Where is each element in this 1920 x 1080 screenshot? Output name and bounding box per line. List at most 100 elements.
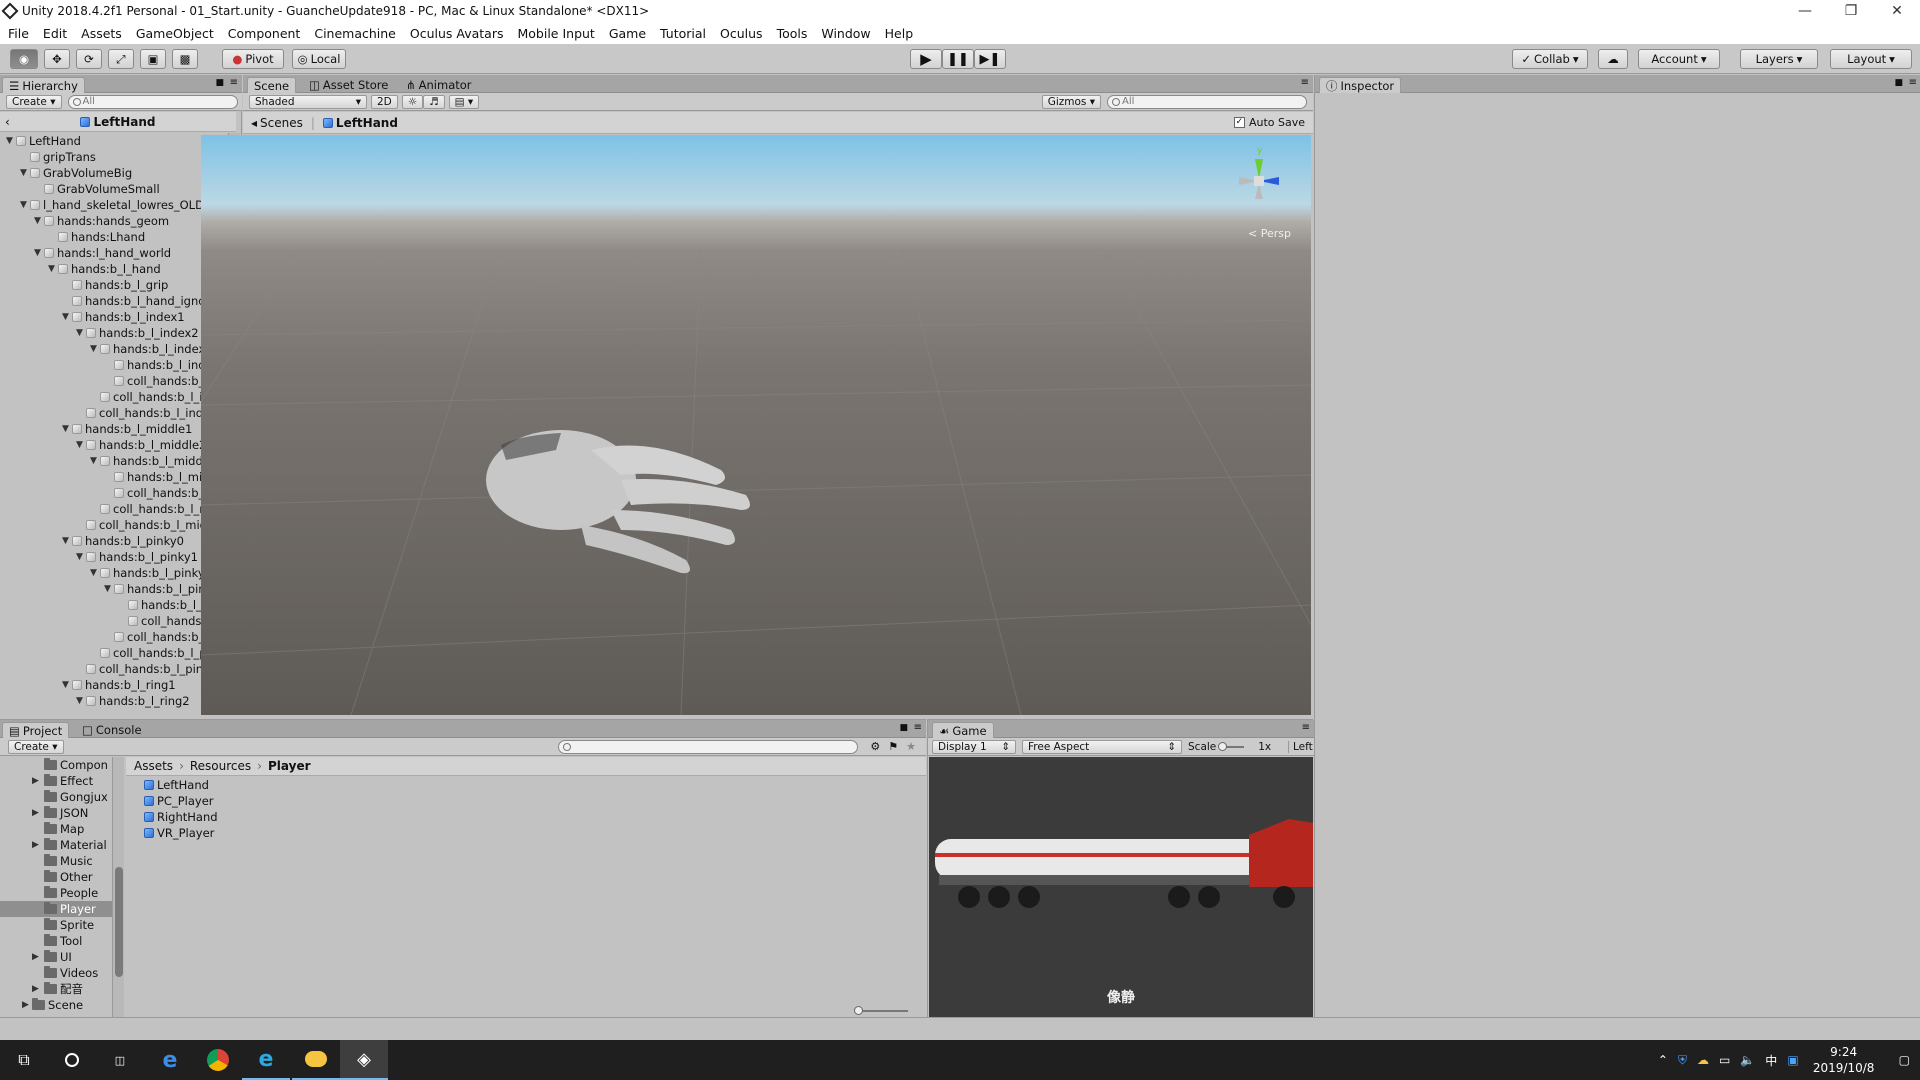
lighting-toggle[interactable]: ☼: [401, 94, 424, 109]
minimize-button[interactable]: —: [1782, 0, 1828, 22]
folder-item[interactable]: Other: [0, 869, 112, 885]
folder-item[interactable]: Compon: [0, 757, 112, 773]
hierarchy-item[interactable]: ▼ hands:b_l_pinky1: [76, 549, 198, 565]
hierarchy-item[interactable]: ▼ LeftHand: [6, 133, 81, 149]
breadcrumb-player[interactable]: Player: [268, 759, 311, 773]
hierarchy-item[interactable]: coll_hands:b_l_middl: [76, 517, 217, 533]
expand-arrow-icon[interactable]: ▼: [90, 568, 100, 578]
menu-tools[interactable]: Tools: [770, 26, 815, 41]
step-button[interactable]: ▶❚: [974, 49, 1006, 69]
expand-arrow-icon[interactable]: ▼: [76, 552, 86, 562]
2d-toggle[interactable]: 2D: [371, 94, 398, 109]
expand-arrow-icon[interactable]: ▼: [76, 328, 86, 338]
menu-assets[interactable]: Assets: [74, 26, 129, 41]
hierarchy-search-input[interactable]: All: [67, 94, 238, 109]
breadcrumb-lefthand[interactable]: LeftHand: [336, 116, 398, 130]
filter-type-icon[interactable]: ⚙: [870, 740, 880, 753]
folder-item[interactable]: Gongjux: [0, 789, 112, 805]
hierarchy-item[interactable]: ▼ hands:b_l_hand: [48, 261, 161, 277]
expand-arrow-icon[interactable]: ▶: [32, 808, 42, 818]
clock[interactable]: 9:24 2019/10/8: [1809, 1044, 1879, 1076]
folder-item[interactable]: People: [0, 885, 112, 901]
scrollbar-thumb[interactable]: [115, 867, 123, 977]
menu-component[interactable]: Component: [221, 26, 308, 41]
hand-tool-button[interactable]: ◉: [10, 49, 38, 69]
gizmo-center[interactable]: [1254, 176, 1264, 186]
hierarchy-item[interactable]: ▼ hands:b_l_middle2: [76, 437, 206, 453]
tab-scene[interactable]: Scene: [247, 77, 297, 93]
favorite-star-icon[interactable]: ★: [906, 740, 916, 753]
expand-arrow-icon[interactable]: ▼: [62, 424, 72, 434]
expand-arrow-icon[interactable]: ▼: [76, 696, 86, 706]
scale-slider-thumb[interactable]: [1218, 741, 1228, 751]
folder-scrollbar[interactable]: [112, 757, 124, 1018]
hierarchy-item[interactable]: GrabVolumeSmall: [34, 181, 160, 197]
asset-item[interactable]: VR_Player: [144, 825, 214, 841]
menu-window[interactable]: Window: [814, 26, 877, 41]
scale-tool-button[interactable]: ⤢: [108, 49, 134, 69]
hierarchy-item[interactable]: ▼ hands:l_hand_world: [34, 245, 171, 261]
gizmos-dropdown[interactable]: Gizmos ▾: [1041, 94, 1101, 109]
messenger-app[interactable]: [292, 1040, 340, 1080]
hierarchy-item[interactable]: ▼ hands:b_l_index1: [62, 309, 185, 325]
left-cut-label[interactable]: Left: [1288, 740, 1314, 753]
menu-game[interactable]: Game: [602, 26, 653, 41]
shading-dropdown[interactable]: Shaded ▾: [249, 94, 367, 109]
hierarchy-item[interactable]: hands:b_l_grip: [62, 277, 168, 293]
menu-oculus[interactable]: Oculus: [713, 26, 770, 41]
project-create-button[interactable]: Create ▾: [8, 739, 64, 754]
tab-animator[interactable]: ⋔ Animator: [400, 77, 478, 93]
breadcrumb-scenes[interactable]: Scenes: [260, 116, 303, 130]
security-icon[interactable]: ⛨: [1678, 1053, 1687, 1068]
panel-menu-icon[interactable]: ≡: [1301, 77, 1309, 88]
cloud-button[interactable]: ☁: [1598, 49, 1628, 69]
rotate-tool-button[interactable]: ⟳: [76, 49, 102, 69]
tab-game[interactable]: ☙ Game: [932, 722, 994, 738]
folder-item[interactable]: Music: [0, 853, 112, 869]
expand-arrow-icon[interactable]: ▶: [32, 776, 42, 786]
aspect-dropdown[interactable]: Free Aspect ⇕: [1022, 739, 1182, 754]
hierarchy-item[interactable]: ▼ hands:b_l_pinky0: [62, 533, 184, 549]
start-button[interactable]: ⧉: [0, 1040, 48, 1080]
folder-item[interactable]: Sprite: [0, 917, 112, 933]
asset-item[interactable]: LeftHand: [144, 777, 209, 793]
tab-asset-store[interactable]: ◫ Asset Store: [303, 77, 394, 93]
input-method-icon[interactable]: ▣: [1787, 1053, 1798, 1067]
expand-arrow-icon[interactable]: ▼: [34, 216, 44, 226]
pivot-button[interactable]: ● Pivot: [222, 49, 284, 69]
rect-tool-button[interactable]: ▣: [140, 49, 166, 69]
filter-label-icon[interactable]: ⚑: [888, 740, 898, 753]
hierarchy-item[interactable]: ▼ l_hand_skeletal_lowres_OLD: [20, 197, 204, 213]
folder-item[interactable]: Map: [0, 821, 112, 837]
hierarchy-item[interactable]: ▼ GrabVolumeBig: [20, 165, 132, 181]
expand-arrow-icon[interactable]: ▶: [32, 952, 42, 962]
tab-project[interactable]: ▤ Project: [2, 722, 70, 738]
menu-tutorial[interactable]: Tutorial: [653, 26, 713, 41]
folder-item[interactable]: ▶ 配音: [0, 981, 112, 997]
maximize-button[interactable]: ❐: [1828, 0, 1874, 22]
hierarchy-item[interactable]: hands:b_l_hand_ignore: [62, 293, 217, 309]
autosave-checkbox[interactable]: ✓: [1233, 117, 1245, 128]
project-search-input[interactable]: [558, 739, 859, 754]
tray-expand-icon[interactable]: ⌃: [1658, 1053, 1668, 1067]
hierarchy-item[interactable]: coll_hands:b_l_i: [104, 373, 216, 389]
expand-arrow-icon[interactable]: ▼: [62, 536, 72, 546]
effects-dropdown[interactable]: ▤ ▾: [448, 94, 480, 109]
hierarchy-item[interactable]: coll_hands:b_l_pinky: [76, 661, 216, 677]
hierarchy-item[interactable]: gripTrans: [20, 149, 96, 165]
layers-button[interactable]: Layers ▾: [1740, 49, 1818, 69]
asset-item[interactable]: PC_Player: [144, 793, 214, 809]
zoom-slider[interactable]: [854, 1006, 908, 1015]
transform-tool-button[interactable]: ▩: [172, 49, 198, 69]
panel-menu-icon[interactable]: ≡: [1909, 77, 1917, 88]
asset-item[interactable]: RightHand: [144, 809, 218, 825]
hierarchy-item[interactable]: coll_hands:b_l_index:: [76, 405, 221, 421]
move-tool-button[interactable]: ✥: [44, 49, 70, 69]
pause-button[interactable]: ❚❚: [942, 49, 974, 69]
back-arrow-icon[interactable]: ‹: [5, 115, 10, 129]
chrome-app[interactable]: [194, 1040, 242, 1080]
hand-model[interactable]: [486, 430, 750, 574]
tab-inspector[interactable]: ⓘ Inspector: [1319, 77, 1402, 93]
folder-item-scene[interactable]: ▶ Scene: [0, 997, 83, 1013]
expand-arrow-icon[interactable]: ▼: [90, 456, 100, 466]
